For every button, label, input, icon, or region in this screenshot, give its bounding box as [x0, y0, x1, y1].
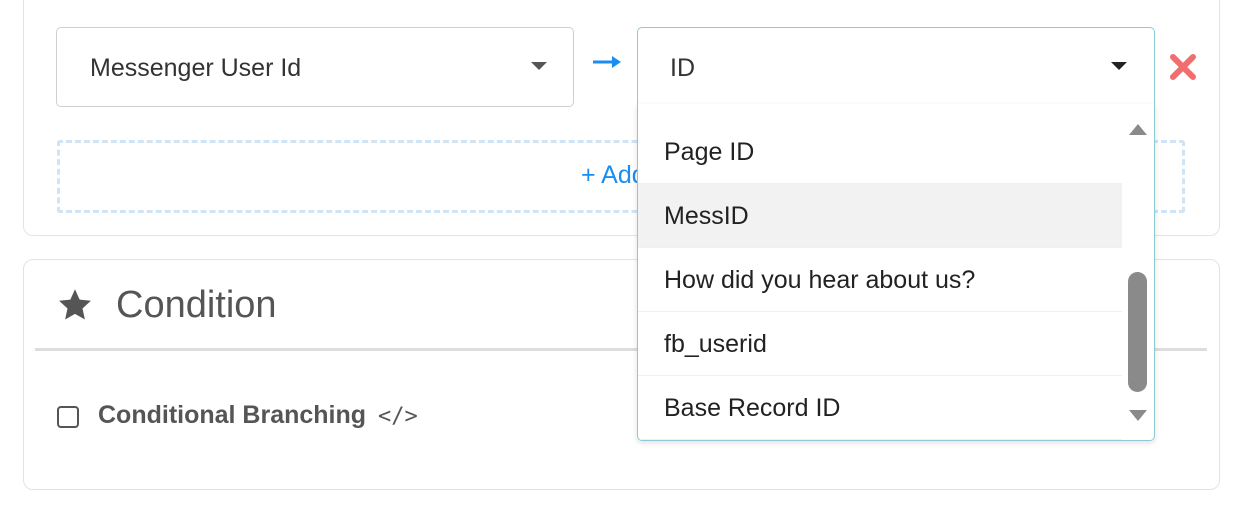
- source-field-select[interactable]: Messenger User Id: [56, 27, 574, 107]
- chevron-down-icon: [1111, 62, 1127, 70]
- conditional-branching-checkbox[interactable]: [57, 406, 79, 428]
- conditional-branching-label[interactable]: Conditional Branching: [98, 401, 366, 430]
- source-field-value: Messenger User Id: [90, 54, 302, 82]
- add-mapping-label[interactable]: + Add: [581, 161, 646, 190]
- dropdown-option[interactable]: Base Record ID: [638, 376, 1122, 440]
- target-field-dropdown[interactable]: Page ID MessID How did you hear about us…: [637, 104, 1155, 441]
- target-field-value: ID: [670, 54, 695, 82]
- condition-title: Condition: [116, 284, 277, 326]
- dropdown-option[interactable]: Page ID: [638, 120, 1122, 184]
- chevron-down-icon: [531, 62, 547, 70]
- scroll-up-arrow-icon[interactable]: [1129, 124, 1147, 135]
- arrow-right-icon: [593, 56, 621, 68]
- code-icon[interactable]: </>: [378, 404, 418, 429]
- dropdown-option[interactable]: How did you hear about us?: [638, 248, 1122, 312]
- star-icon: [59, 289, 91, 320]
- dropdown-options: Page ID MessID How did you hear about us…: [638, 120, 1122, 440]
- target-field-select[interactable]: ID: [637, 27, 1155, 105]
- scroll-down-arrow-icon[interactable]: [1129, 410, 1147, 421]
- scrollbar-thumb[interactable]: [1128, 272, 1147, 392]
- dropdown-option-hovered[interactable]: MessID: [638, 184, 1122, 248]
- dropdown-option[interactable]: fb_userid: [638, 312, 1122, 376]
- close-icon[interactable]: [1168, 52, 1198, 82]
